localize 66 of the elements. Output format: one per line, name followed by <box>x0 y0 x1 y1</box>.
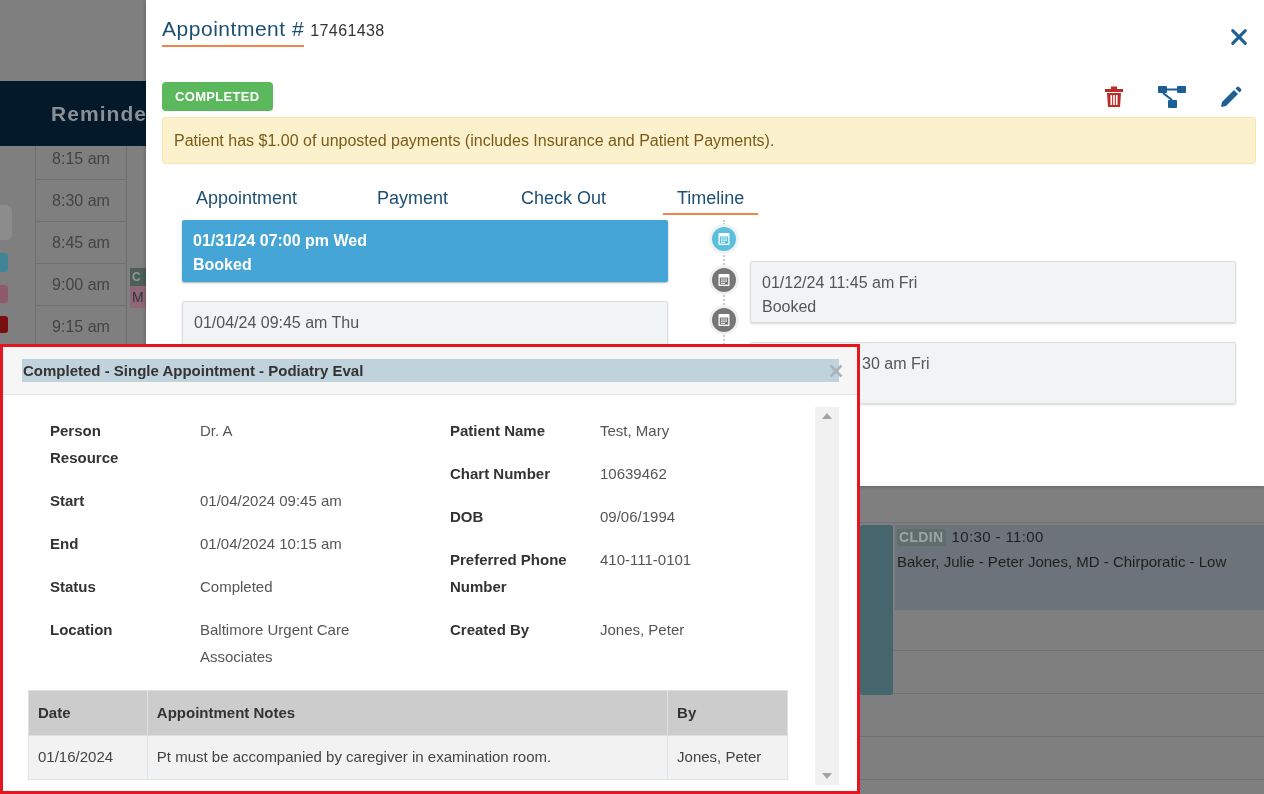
field-value: 01/04/2024 09:45 am <box>200 491 343 511</box>
header-title: Reminde <box>51 100 146 127</box>
field-value: 01/04/2024 10:15 am <box>200 534 343 554</box>
field-label: Chart Number <box>450 464 551 484</box>
calendar-icon <box>709 264 739 295</box>
field-label: Preferred Phone Number <box>450 550 568 597</box>
tab[interactable]: Payment <box>363 181 463 215</box>
column-header: Date <box>28 690 148 736</box>
table-cell: Pt must be accompanied by caregiver in examination room. <box>147 735 668 780</box>
timeline-status: Booked <box>762 296 818 317</box>
event-tag: C <box>130 268 146 286</box>
field-label: Person Resource <box>50 421 120 468</box>
field-value: 09/06/1994 <box>600 507 677 527</box>
field-label: DOB <box>450 507 485 527</box>
hierarchy-icon[interactable] <box>1158 85 1186 108</box>
field-value: Test, Mary <box>600 421 671 441</box>
column-header: Appointment Notes <box>147 690 668 736</box>
scroll-up-icon[interactable] <box>822 413 832 419</box>
column-header: By <box>667 690 788 736</box>
field-label: Status <box>50 577 97 597</box>
timeline-date: 30 am Fri <box>862 353 931 374</box>
timeline-card[interactable]: 01/12/24 11:45 am Fri Booked <box>750 260 1236 323</box>
time-label: 8:30 am <box>52 190 110 211</box>
field-label: Patient Name <box>450 421 547 441</box>
event-tab[interactable] <box>0 285 8 303</box>
table-cell: Jones, Peter <box>667 735 788 780</box>
event-tab[interactable] <box>0 316 8 333</box>
field-value: 10639462 <box>600 464 668 484</box>
timeline-date: 01/31/24 07:00 pm Wed <box>193 231 369 251</box>
field-value: Jones, Peter <box>600 620 686 640</box>
field-label: Created By <box>450 620 531 640</box>
event-tab[interactable] <box>0 253 8 272</box>
field-value: Baltimore Urgent Care Associates <box>200 620 351 667</box>
edit-icon[interactable] <box>1220 85 1242 108</box>
field-label: Start <box>50 491 86 511</box>
trash-icon[interactable] <box>1104 85 1124 108</box>
time-label: 9:15 am <box>52 316 110 337</box>
timeline-status: Booked <box>193 255 253 275</box>
field-value: 410-111-0101 <box>600 550 693 570</box>
time-label: 8:45 am <box>52 232 110 253</box>
table-cell: 01/16/2024 <box>28 735 148 780</box>
appointment-number: 17461438 <box>310 21 385 41</box>
field-value: Completed <box>200 577 274 597</box>
popup-title: Completed - Single Appointment - Podiatry Eval <box>22 359 839 382</box>
modal-title: Appointment # <box>162 17 305 47</box>
field-label: End <box>50 534 80 554</box>
field-value: Dr. A <box>200 421 234 441</box>
tab[interactable]: Appointment <box>182 181 312 215</box>
event-tag: CLDIN <box>897 528 946 546</box>
time-label: 8:15 am <box>52 149 110 169</box>
tab[interactable]: Check Out <box>507 181 621 215</box>
calendar-icon <box>709 305 739 335</box>
time-label: 9:00 am <box>52 274 110 295</box>
tab[interactable]: Timeline <box>663 181 759 215</box>
scrollbar[interactable] <box>815 407 839 785</box>
status-badge: COMPLETED <box>162 82 273 111</box>
event-block[interactable] <box>860 525 893 695</box>
event-text: M <box>130 286 146 308</box>
timeline-date: 01/04/24 09:45 am Thu <box>194 313 361 333</box>
timeline-date: 01/12/24 11:45 am Fri <box>762 272 919 293</box>
close-icon[interactable] <box>1230 28 1248 46</box>
field-label: Location <box>50 620 114 640</box>
event-time: 10:30 - 11:00 <box>951 527 1044 547</box>
alert-text: Patient has $1.00 of unposted payments (includes Insurance and Patient Payments). <box>174 130 775 151</box>
calendar-icon <box>709 224 739 254</box>
event-text: Baker, Julie - Peter Jones, MD - Chirporatic - Low <box>897 551 1228 572</box>
